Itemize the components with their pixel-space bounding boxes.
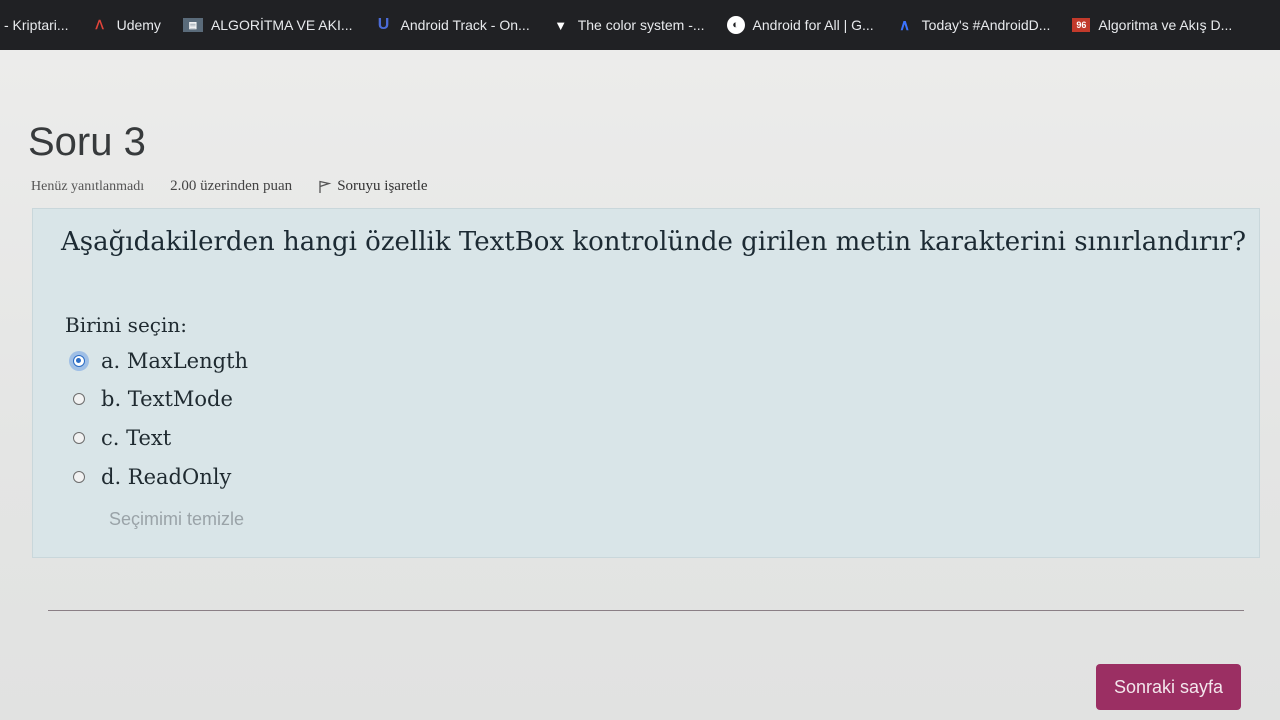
question-points: 2.00 üzerinden puan: [170, 178, 293, 194]
option-label: b. TextMode: [101, 387, 233, 411]
question-title: Soru 3: [28, 120, 146, 164]
bookmark-today[interactable]: ∧ Today's #AndroidD...: [896, 16, 1051, 34]
next-page-button[interactable]: Sonraki sayfa: [1096, 664, 1241, 710]
question-text: Aşağıdakilerden hangi özellik TextBox ko…: [61, 227, 1247, 257]
divider: [48, 610, 1244, 611]
algoritma-icon: ▤: [182, 18, 203, 32]
question-box: Aşağıdakilerden hangi özellik TextBox ko…: [32, 208, 1260, 558]
udemy-icon: ᐱ: [95, 18, 104, 32]
question-status: Henüz yanıtlanmadı: [31, 178, 145, 194]
flag-icon: [319, 180, 332, 193]
bookmark-label: ALGORİTMA VE AKI...: [210, 17, 353, 33]
bookmarks-bar: - Kriptari... ᐱ Udemy ▤ ALGORİTMA VE AKI…: [0, 0, 1280, 50]
android-for-all-icon: ◐: [726, 16, 745, 34]
material-icon: ▼: [554, 17, 568, 33]
bookmark-color-system[interactable]: ▼ The color system -...: [552, 16, 705, 34]
bookmark-label: Android Track - On...: [400, 17, 530, 33]
option-label: d. ReadOnly: [101, 465, 232, 489]
udacity-icon: U: [377, 16, 390, 33]
algoritma-akis-icon: 96: [1072, 18, 1091, 32]
bookmark-algoritma[interactable]: ▤ ALGORİTMA VE AKI...: [182, 17, 353, 33]
flag-question-label: Soruyu işaretle: [337, 178, 428, 194]
option-d[interactable]: d. ReadOnly: [73, 465, 231, 489]
bookmark-label: - Kriptari...: [4, 17, 69, 33]
option-c[interactable]: c. Text: [73, 426, 171, 450]
radio-option-a[interactable]: [73, 355, 85, 367]
flag-question-link[interactable]: Soruyu işaretle: [318, 178, 428, 195]
radio-option-b[interactable]: [73, 393, 85, 405]
option-a[interactable]: a. MaxLength: [73, 349, 248, 373]
today-icon: ∧: [899, 17, 911, 34]
bookmark-algoritma-akis[interactable]: 96 Algoritma ve Akış D...: [1072, 17, 1232, 33]
option-b[interactable]: b. TextMode: [73, 387, 233, 411]
bookmark-label: Udemy: [116, 17, 161, 33]
bookmark-label: Android for All | G...: [752, 17, 874, 33]
answer-prompt: Birini seçin:: [65, 313, 188, 337]
radio-option-c[interactable]: [73, 432, 85, 444]
bookmark-kriptari[interactable]: - Kriptari...: [4, 16, 69, 34]
bookmark-label: The color system -...: [577, 17, 705, 33]
option-label: a. MaxLength: [101, 349, 249, 373]
clear-selection-link[interactable]: Seçimimi temizle: [109, 509, 244, 530]
bookmark-label: Today's #AndroidD...: [921, 17, 1051, 33]
bookmark-udemy[interactable]: ᐱ Udemy: [91, 16, 161, 34]
quiz-page: Soru 3 Henüz yanıtlanmadı 2.00 üzerinden…: [0, 50, 1280, 720]
question-info: Henüz yanıtlanmadı 2.00 üzerinden puan S…: [31, 178, 428, 195]
bookmark-android-for-all[interactable]: ◐ Android for All | G...: [726, 16, 874, 34]
radio-option-d[interactable]: [73, 471, 85, 483]
bookmark-android-track[interactable]: U Android Track - On...: [375, 16, 530, 34]
option-label: c. Text: [101, 426, 172, 450]
bookmark-label: Algoritma ve Akış D...: [1098, 17, 1233, 33]
